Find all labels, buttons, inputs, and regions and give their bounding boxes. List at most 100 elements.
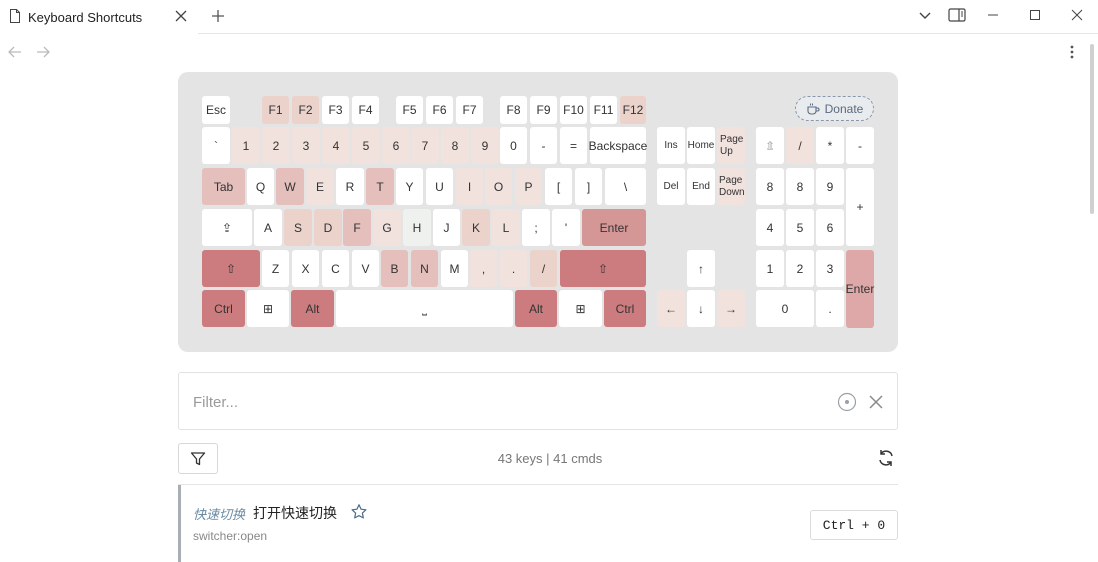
key-l[interactable]: L — [492, 209, 520, 246]
chevron-down-icon[interactable] — [913, 5, 937, 25]
key-page-up[interactable]: Page Up — [717, 127, 745, 164]
scrollbar[interactable] — [1090, 44, 1094, 214]
filter-options-button[interactable] — [178, 443, 218, 474]
key-5[interactable]: 5 — [352, 127, 380, 164]
key-page-down[interactable]: Page Down — [717, 168, 745, 205]
key-9[interactable]: 9 — [471, 127, 499, 164]
key-f2[interactable]: F2 — [292, 96, 319, 124]
key-num-8[interactable]: 8 — [786, 168, 814, 205]
key-num-decimal[interactable]: . — [816, 290, 844, 327]
key-f8[interactable]: F8 — [500, 96, 527, 124]
key-home[interactable]: Home — [687, 127, 715, 164]
key-e[interactable]: E — [306, 168, 334, 205]
key-delete[interactable]: Del — [657, 168, 685, 205]
tab-keyboard-shortcuts[interactable]: Keyboard Shortcuts — [0, 0, 198, 34]
key-arrow-up[interactable]: ↑ — [687, 250, 715, 287]
key-minus[interactable]: - — [530, 127, 557, 164]
star-icon[interactable] — [350, 503, 368, 521]
key-numlock[interactable]: ⇭ — [756, 127, 784, 164]
key-num-enter[interactable]: Enter — [846, 250, 874, 328]
key-c[interactable]: C — [322, 250, 349, 287]
key-slash[interactable]: / — [530, 250, 557, 287]
key-y[interactable]: Y — [396, 168, 423, 205]
key-7[interactable]: 7 — [411, 127, 439, 164]
plus-icon[interactable] — [209, 7, 227, 25]
refresh-icon[interactable] — [876, 448, 896, 468]
key-num-multiply[interactable]: * — [816, 127, 844, 164]
key-2[interactable]: 2 — [262, 127, 290, 164]
key-h[interactable]: H — [403, 209, 431, 246]
key-left-alt[interactable]: Alt — [291, 290, 334, 327]
key-x[interactable]: X — [292, 250, 319, 287]
close-icon[interactable] — [173, 8, 189, 24]
key-p[interactable]: P — [515, 168, 542, 205]
key-3[interactable]: 3 — [292, 127, 320, 164]
key-tab[interactable]: Tab — [202, 168, 245, 205]
key-num-0[interactable]: 0 — [756, 290, 814, 327]
key-f10[interactable]: F10 — [560, 96, 587, 124]
key-k[interactable]: K — [462, 209, 490, 246]
key-insert[interactable]: Ins — [657, 127, 685, 164]
key-f6[interactable]: F6 — [426, 96, 453, 124]
key-0[interactable]: 0 — [500, 127, 527, 164]
key-num-7[interactable]: 8 — [756, 168, 784, 205]
key-d[interactable]: D — [314, 209, 342, 246]
key-left-ctrl[interactable]: Ctrl — [202, 290, 245, 327]
key-8[interactable]: 8 — [441, 127, 469, 164]
key-q[interactable]: Q — [247, 168, 274, 205]
key-v[interactable]: V — [352, 250, 379, 287]
key-right-win[interactable]: ⊞ — [559, 290, 602, 327]
key-f5[interactable]: F5 — [396, 96, 423, 124]
key-backslash[interactable]: \ — [605, 168, 646, 205]
arrow-right-icon[interactable] — [33, 42, 53, 62]
key-m[interactable]: M — [441, 250, 468, 287]
key-enter[interactable]: Enter — [582, 209, 646, 246]
key-num-1[interactable]: 1 — [756, 250, 784, 287]
minimize-icon[interactable] — [981, 5, 1005, 25]
key-6[interactable]: 6 — [382, 127, 410, 164]
key-left-shift[interactable]: ⇧ — [202, 250, 260, 287]
clear-filter-icon[interactable] — [867, 393, 885, 411]
key-num-add[interactable]: + — [846, 168, 874, 246]
key-w[interactable]: W — [276, 168, 304, 205]
key-num-divide[interactable]: / — [786, 127, 814, 164]
record-icon[interactable] — [837, 392, 857, 412]
key-esc[interactable]: Esc — [202, 96, 230, 124]
key-f[interactable]: F — [343, 209, 371, 246]
key-num-5[interactable]: 5 — [786, 209, 814, 246]
key-f11[interactable]: F11 — [590, 96, 617, 124]
key-z[interactable]: Z — [262, 250, 289, 287]
key-num-6[interactable]: 6 — [816, 209, 844, 246]
key-u[interactable]: U — [426, 168, 453, 205]
key-1[interactable]: 1 — [232, 127, 260, 164]
key-n[interactable]: N — [411, 250, 438, 287]
command-row[interactable]: 快速切换 打开快速切换 switcher:open Ctrl + 0 — [178, 485, 898, 562]
key-f12[interactable]: F12 — [620, 96, 646, 124]
close-window-icon[interactable] — [1065, 5, 1089, 25]
key-backspace[interactable]: Backspace — [589, 127, 647, 164]
key-r[interactable]: R — [336, 168, 364, 205]
key-period[interactable]: . — [500, 250, 527, 287]
key-equal[interactable]: = — [560, 127, 587, 164]
key-f7[interactable]: F7 — [456, 96, 483, 124]
key-i[interactable]: I — [456, 168, 483, 205]
sidebar-toggle-icon[interactable] — [945, 5, 969, 25]
key-f3[interactable]: F3 — [322, 96, 349, 124]
key-right-bracket[interactable]: ] — [575, 168, 602, 205]
key-capslock[interactable]: ⇪ — [202, 209, 252, 246]
key-num-3[interactable]: 3 — [816, 250, 844, 287]
key-f4[interactable]: F4 — [352, 96, 379, 124]
donate-button[interactable]: Donate — [795, 96, 874, 121]
key-end[interactable]: End — [687, 168, 715, 205]
key-f1[interactable]: F1 — [262, 96, 289, 124]
filter-input[interactable] — [193, 391, 793, 413]
key-a[interactable]: A — [254, 209, 282, 246]
key-space[interactable]: ⎵ — [336, 290, 513, 327]
key-backtick[interactable]: ` — [202, 127, 230, 164]
key-right-shift[interactable]: ⇧ — [560, 250, 646, 287]
hotkey-badge[interactable]: Ctrl + 0 — [810, 510, 898, 540]
more-vertical-icon[interactable] — [1063, 42, 1081, 62]
key-semicolon[interactable]: ; — [522, 209, 550, 246]
arrow-left-icon[interactable] — [5, 42, 25, 62]
key-f9[interactable]: F9 — [530, 96, 557, 124]
